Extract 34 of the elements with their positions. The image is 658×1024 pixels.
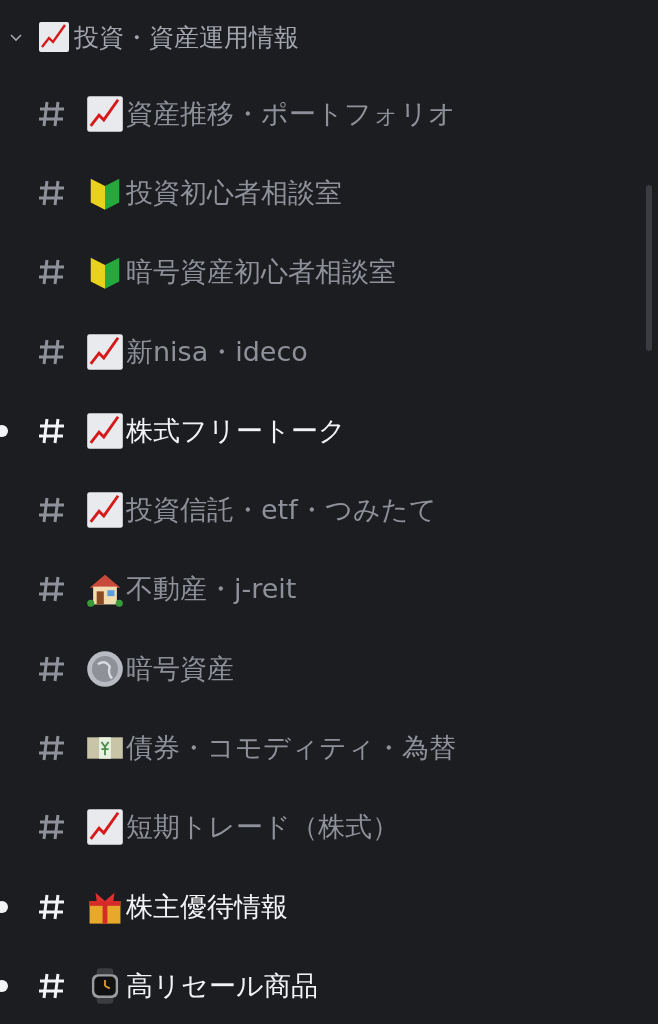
channel-item[interactable]: 債券・コモディティ・為替 [0,708,658,788]
chart-icon [86,491,124,530]
coin-icon [86,649,124,688]
channel-item[interactable]: 不動産・j-reit [0,549,658,630]
channel-name: 資産推移・ポートフォリオ [126,96,456,131]
channel-name: 不動産・j-reit [126,572,297,607]
channel-name: 高リセール商品 [126,968,318,1003]
channel-name: 株主優待情報 [126,889,288,924]
channel-item[interactable]: 高リセール商品 [0,946,658,1024]
channel-name: 短期トレード（株式） [126,810,399,845]
channel-item[interactable]: 株式フリートーク [0,391,658,471]
scrollbar-thumb[interactable] [646,185,652,351]
channel-item[interactable]: 投資信託・etf・つみたて [0,470,658,550]
channel-name: 新nisa・ideco [126,334,308,369]
category-header[interactable]: 投資・資産運用情報 [0,0,658,74]
chart-icon [86,94,124,133]
chart-icon [86,411,124,450]
channel-item[interactable]: 暗号資産 [0,629,658,709]
channel-name: 暗号資産初心者相談室 [126,255,396,290]
channel-item[interactable]: 短期トレード（株式） [0,787,658,867]
chart-icon [86,332,124,371]
category-name: 投資・資産運用情報 [74,21,299,54]
channel-item[interactable]: 株主優待情報 [0,866,658,947]
channel-item[interactable]: 新nisa・ideco [0,311,658,392]
channel-name: 投資信託・etf・つみたて [126,493,437,528]
channel-item[interactable]: 投資初心者相談室 [0,153,658,233]
channel-item[interactable]: 資産推移・ポートフォリオ [0,74,658,154]
channel-name: 株式フリートーク [126,413,346,448]
channel-item[interactable]: 暗号資産初心者相談室 [0,232,658,312]
channel-name: 債券・コモディティ・為替 [126,731,456,765]
channel-name: 暗号資産 [126,651,234,686]
channel-name: 投資初心者相談室 [126,175,342,210]
chart-icon [86,808,124,847]
chart-icon [38,21,70,53]
